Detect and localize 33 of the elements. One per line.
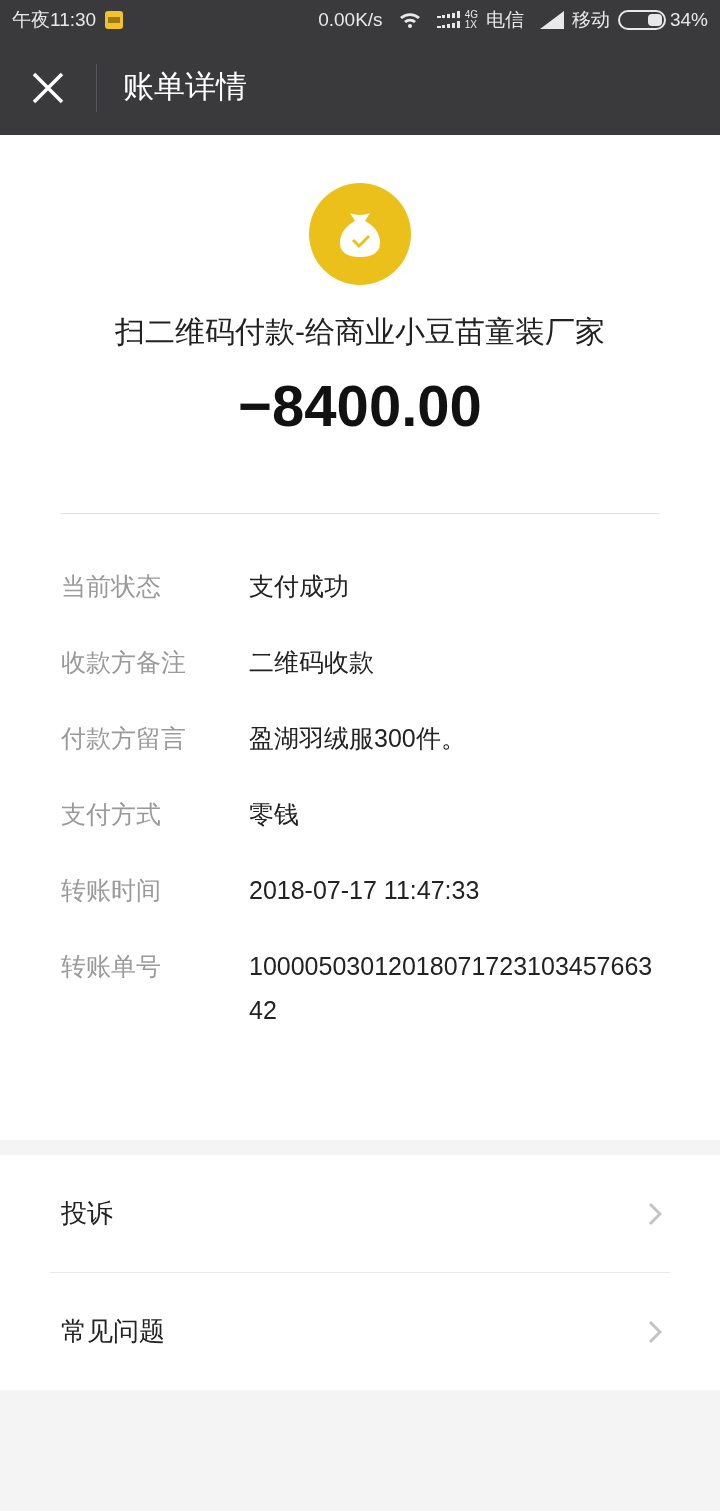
detail-label: 支付方式 — [61, 799, 162, 830]
network-type: 4G — [464, 10, 478, 20]
detail-label: 转账时间 — [61, 875, 162, 906]
battery-icon — [617, 10, 666, 30]
detail-value: 2018-07-17 11:47:33 — [249, 875, 481, 906]
signal-icon — [436, 11, 461, 29]
detail-value: 零钱 — [249, 799, 300, 830]
wifi-icon — [398, 12, 421, 28]
signal-icon — [539, 11, 564, 29]
money-bag-icon — [309, 183, 411, 285]
payment-amount: −8400.00 — [238, 372, 482, 440]
carrier-name: 电信 — [485, 7, 524, 32]
carrier-name: 移动 — [571, 7, 610, 32]
app-notification-icon — [104, 10, 125, 30]
menu-item[interactable]: 常见问题 — [0, 1273, 720, 1390]
detail-label: 当前状态 — [61, 571, 162, 602]
close-icon — [31, 70, 65, 105]
network-type: 1X — [464, 20, 478, 30]
detail-label: 收款方备注 — [61, 647, 187, 678]
detail-value: 支付成功 — [249, 571, 350, 602]
detail-label: 付款方留言 — [61, 723, 187, 754]
chevron-right-icon — [648, 1201, 662, 1226]
payment-title: 扫二维码付款-给商业小豆苗童装厂家 — [115, 314, 605, 350]
detail-label: 转账单号 — [61, 951, 162, 982]
menu-item[interactable]: 投诉 — [0, 1155, 720, 1272]
detail-value: 二维码收款 — [249, 647, 375, 678]
detail-value: 1000050301201807172310345766342 — [249, 951, 654, 1026]
page-title: 账单详情 — [122, 68, 247, 107]
network-speed: 0.00K/s — [318, 7, 383, 32]
status-time: 午夜11:30 — [12, 7, 97, 32]
detail-value: 盈湖羽绒服300件。 — [249, 723, 467, 754]
battery-percentage: 34% — [669, 7, 708, 32]
chevron-right-icon — [648, 1319, 662, 1344]
